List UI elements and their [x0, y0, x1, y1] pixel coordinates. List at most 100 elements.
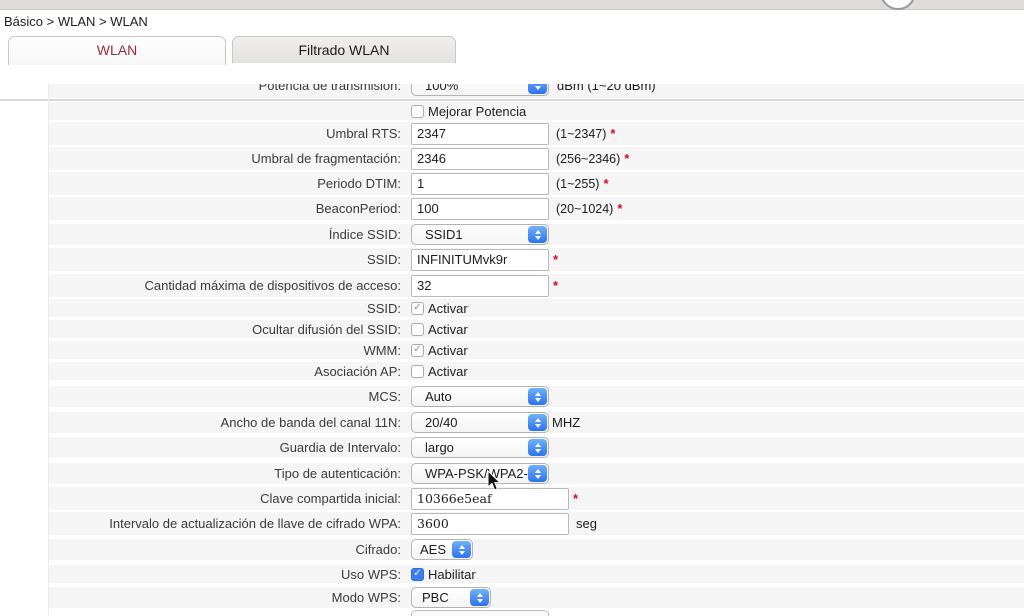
field-label: Periodo DTIM:	[49, 176, 401, 191]
checkbox-label: Activar	[428, 301, 468, 316]
asociacion-ap-checkbox[interactable]	[411, 365, 424, 378]
form-row-asociacion-ap: Asociación AP: Activar	[49, 362, 1024, 380]
form-row-umbral-rts: Umbral RTS: (1~2347) *	[49, 122, 1024, 145]
field-label: Ocultar difusión del SSID:	[49, 322, 401, 337]
field-label: Ancho de banda del canal 11N:	[49, 415, 401, 430]
field-label: Índice SSID:	[49, 227, 401, 242]
umbral-fragmentacion-input[interactable]	[411, 148, 549, 170]
checkbox-label: Habilitar	[428, 567, 476, 582]
form-row-max-dispositivos: Cantidad máxima de dispositivos de acces…	[49, 274, 1024, 297]
wmm-checkbox[interactable]	[411, 344, 424, 357]
field-label: Uso WPS:	[49, 567, 401, 582]
router-admin-page: Básico > WLAN > WLAN WLAN Filtrado WLAN …	[0, 0, 1024, 616]
field-label: Tipo de autenticación:	[49, 466, 401, 481]
required-star: *	[617, 201, 622, 216]
form-row-mcs: MCS: Auto	[49, 386, 1024, 407]
max-dispositivos-input[interactable]	[411, 275, 549, 297]
form-row-potencia: Potencia de transmisión: 100% dBm (1~20 …	[49, 84, 1024, 98]
partial-circle-icon	[880, 0, 916, 10]
field-label: Asociación AP:	[49, 364, 401, 379]
browser-chrome-bar	[0, 0, 1024, 10]
intervalo-wpa-input[interactable]	[411, 513, 569, 535]
mouse-cursor-icon	[486, 470, 504, 492]
select-stepper-icon	[528, 84, 547, 94]
select-stepper-icon	[470, 589, 489, 606]
field-label: Umbral de fragmentación:	[49, 151, 401, 166]
ancho-banda-select[interactable]: 20/40	[411, 412, 549, 433]
form-row-ssid-name: SSID: *	[49, 248, 1024, 271]
field-label: Intervalo de actualización de llave de c…	[49, 516, 401, 531]
required-star: *	[603, 176, 608, 191]
form-row-intervalo-wpa: Intervalo de actualización de llave de c…	[49, 512, 1024, 535]
range-hint: (1~2347)	[556, 127, 606, 141]
potencia-select[interactable]: 100%	[411, 84, 549, 96]
field-suffix: MHZ	[552, 415, 580, 430]
checkbox-label: Activar	[428, 343, 468, 358]
ssid-activar-checkbox[interactable]	[411, 302, 424, 315]
beaconperiod-input[interactable]	[411, 198, 549, 220]
form-row-mejorar-potencia: Mejorar Potencia	[49, 102, 1024, 120]
field-label: Cantidad máxima de dispositivos de acces…	[49, 278, 401, 293]
modo-wps-select[interactable]: PBC	[411, 587, 491, 608]
select-stepper-icon	[528, 414, 547, 431]
form-row-uso-wps: Uso WPS: Habilitar	[49, 565, 1024, 583]
required-star: *	[610, 126, 615, 141]
select-stepper-icon	[528, 465, 547, 482]
form-row-wmm: WMM: Activar	[49, 341, 1024, 359]
form-row-tipo-autenticacion: Tipo de autenticación: WPA-PSK/WPA2-	[49, 463, 1024, 484]
form-row-cifrado: Cifrado: AES	[49, 539, 1024, 560]
field-label: WMM:	[49, 343, 401, 358]
select-stepper-icon	[528, 388, 547, 405]
guardia-intervalo-select[interactable]: largo	[411, 437, 549, 458]
field-label: Modo WPS:	[49, 590, 401, 605]
checkbox-label: Mejorar Potencia	[428, 104, 526, 119]
form-row-beaconperiod: BeaconPeriod: (20~1024) *	[49, 197, 1024, 220]
field-label: MCS:	[49, 389, 401, 404]
range-hint: (256~2346)	[556, 152, 620, 166]
field-label: Guardia de Intervalo:	[49, 440, 401, 455]
form-row-umbral-fragmentacion: Umbral de fragmentación: (256~2346) *	[49, 147, 1024, 170]
range-hint: (20~1024)	[556, 202, 613, 216]
checkbox-label: Activar	[428, 364, 468, 379]
indice-ssid-select[interactable]: SSID1	[411, 224, 549, 245]
field-label: Umbral RTS:	[49, 126, 401, 141]
field-label: BeaconPeriod:	[49, 201, 401, 216]
form-row-clave-compartida: Clave compartida inicial: *	[49, 487, 1024, 510]
periodo-dtim-input[interactable]	[411, 173, 549, 195]
field-suffix: dBm (1~20 dBm)	[557, 84, 656, 93]
form-row-ancho-banda: Ancho de banda del canal 11N: 20/40 MHZ	[49, 412, 1024, 433]
form-row-modo-wps: Modo WPS: PBC	[49, 587, 1024, 608]
form-row-periodo-dtim: Periodo DTIM: (1~255) *	[49, 172, 1024, 195]
field-label: SSID:	[49, 252, 401, 267]
select-stepper-icon	[528, 226, 547, 243]
field-label: SSID:	[49, 301, 401, 316]
tab-filtrado-wlan[interactable]: Filtrado WLAN	[232, 36, 456, 63]
checkbox-label: Activar	[428, 322, 468, 337]
mcs-select[interactable]: Auto	[411, 386, 549, 407]
next-control-cut-off	[411, 610, 549, 616]
form-row-guardia-intervalo: Guardia de Intervalo: largo	[49, 437, 1024, 458]
field-label: Cifrado:	[49, 542, 401, 557]
form-row-indice-ssid: Índice SSID: SSID1	[49, 224, 1024, 245]
ocultar-ssid-checkbox[interactable]	[411, 323, 424, 336]
cifrado-select[interactable]: AES	[411, 539, 473, 560]
tab-wlan[interactable]: WLAN	[8, 36, 226, 65]
form-row-ssid-activar: SSID: Activar	[49, 299, 1024, 317]
select-stepper-icon	[452, 541, 471, 558]
field-suffix: seg	[576, 516, 597, 531]
tab-bar: WLAN Filtrado WLAN	[0, 36, 1024, 64]
mejorar-potencia-checkbox[interactable]	[411, 105, 424, 118]
form-row-ocultar-ssid: Ocultar difusión del SSID: Activar	[49, 320, 1024, 338]
required-star: *	[624, 151, 629, 166]
umbral-rts-input[interactable]	[411, 123, 549, 145]
uso-wps-checkbox[interactable]	[411, 568, 424, 581]
select-stepper-icon	[528, 439, 547, 456]
required-star: *	[553, 278, 558, 293]
ssid-input[interactable]	[411, 249, 549, 271]
field-label: Potencia de transmisión:	[49, 84, 401, 93]
wlan-settings-form: Potencia de transmisión: 100% dBm (1~20 …	[48, 84, 1024, 616]
field-label: Clave compartida inicial:	[49, 491, 401, 506]
tipo-autenticacion-select[interactable]: WPA-PSK/WPA2-	[411, 463, 549, 484]
required-star: *	[573, 491, 578, 506]
required-star: *	[553, 252, 558, 267]
